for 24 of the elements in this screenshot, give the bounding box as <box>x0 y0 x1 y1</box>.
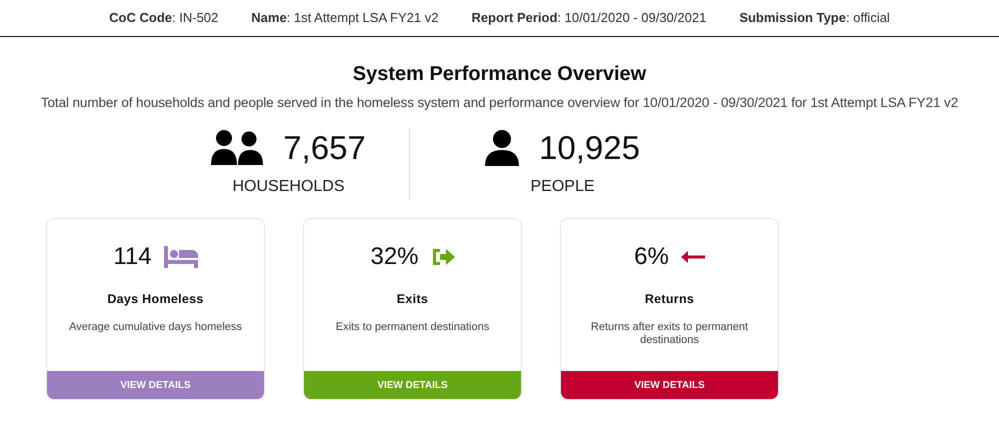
metric-value: 6% <box>634 243 669 271</box>
metric-title: Exits <box>396 292 428 306</box>
page-subtitle: Total number of households and people served in the homeless system and performance overview for 10/01/2020 - 09/30/2021 for 1st Attempt LSA FY21 v2 <box>40 95 960 110</box>
stat-value: 7,657 <box>283 129 366 167</box>
header-field: CoC Code: IN-502 <box>109 10 218 25</box>
view-details-button[interactable]: VIEW DETAILS <box>47 371 264 399</box>
person-icon <box>485 130 520 166</box>
header-field: Report Period: 10/01/2020 - 09/30/2021 <box>471 10 706 25</box>
stat-label: PEOPLE <box>530 178 595 196</box>
view-details-button[interactable]: VIEW DETAILS <box>304 371 521 399</box>
header-field: Submission Type: official <box>739 10 890 25</box>
page-title: System Performance Overview <box>352 63 648 86</box>
metric-title: Returns <box>644 292 694 306</box>
header-field: Name: 1st Attempt LSA FY21 v2 <box>251 10 438 25</box>
metric-title: Days Homeless <box>107 292 204 306</box>
metric-description: Average cumulative days homeless <box>69 321 242 334</box>
metric-value: 114 <box>113 243 152 271</box>
stat-value: 10,925 <box>539 129 640 167</box>
view-details-button[interactable]: VIEW DETAILS <box>561 371 778 399</box>
stat-label: HOUSEHOLDS <box>232 178 345 196</box>
metric-description: Exits to permanent destinations <box>336 321 490 334</box>
metric-description: Returns after exits to permanent destinations <box>590 321 750 347</box>
people-group-icon <box>211 129 264 167</box>
metric-value: 32% <box>370 243 419 271</box>
